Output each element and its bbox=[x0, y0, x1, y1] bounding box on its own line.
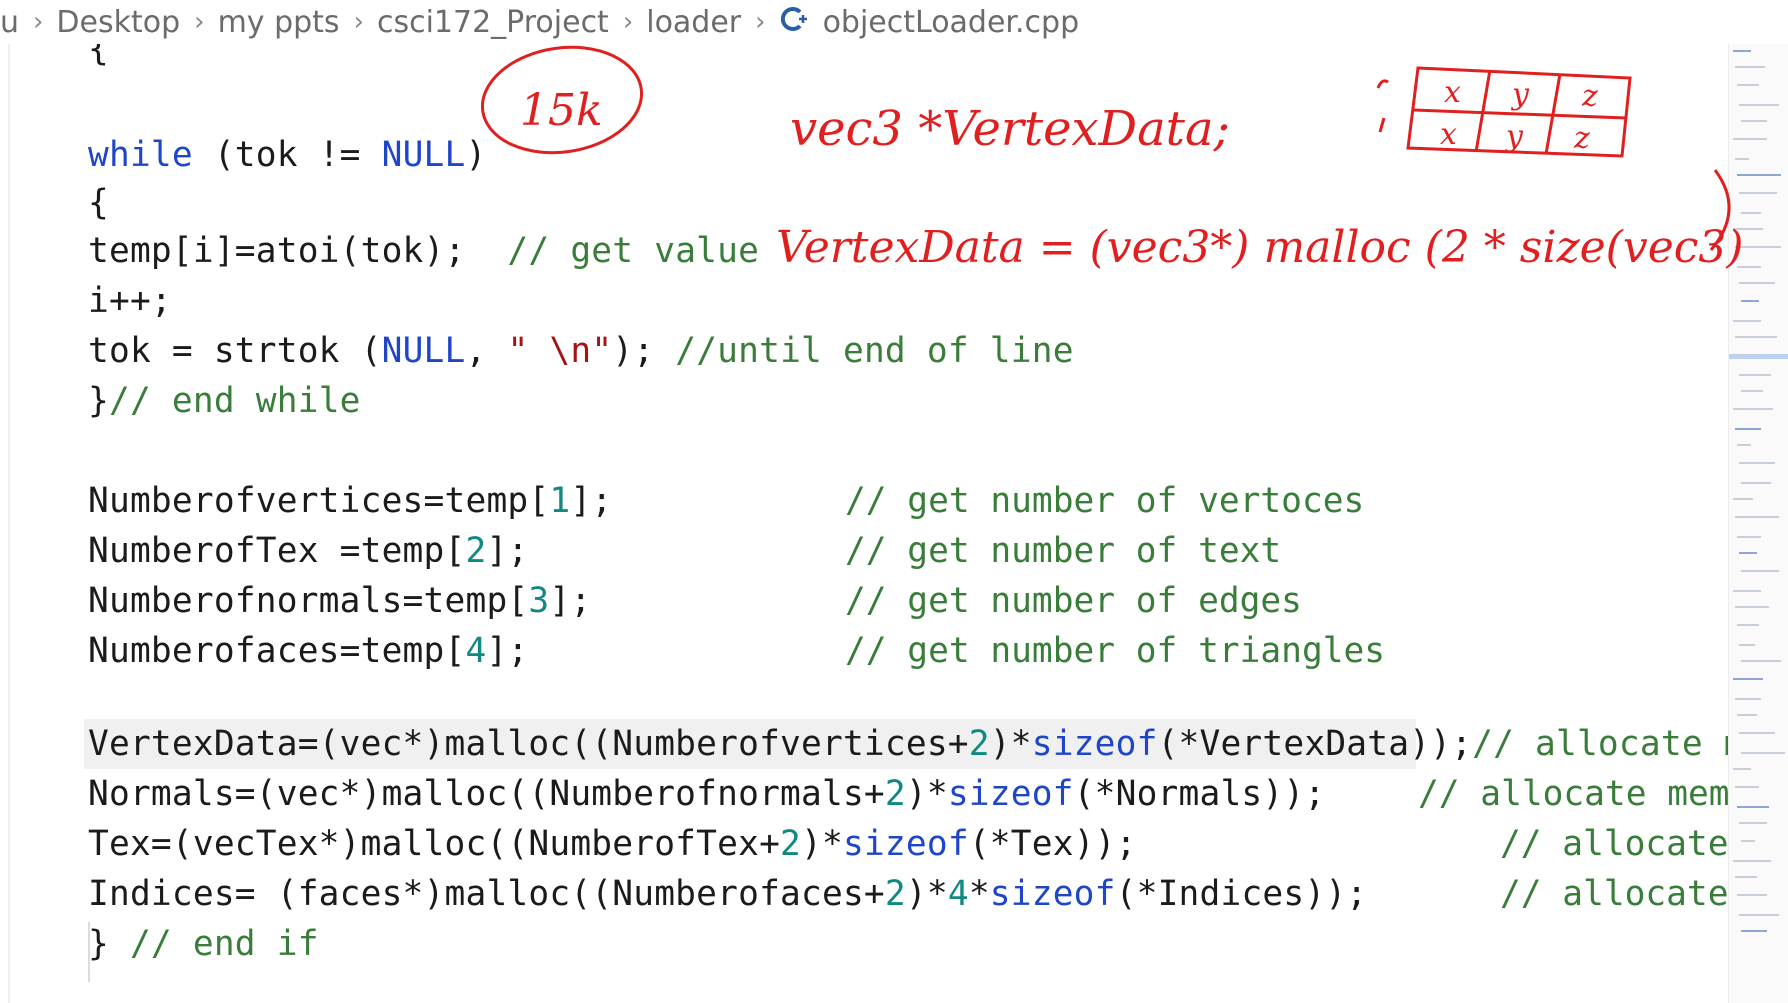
code-line-while: while (tok != NULL) bbox=[88, 135, 487, 175]
minimap-line bbox=[1741, 390, 1763, 392]
minimap-line bbox=[1737, 624, 1759, 626]
chevron-right-icon: › bbox=[194, 7, 205, 37]
minimap-line bbox=[1739, 552, 1757, 554]
minimap-line bbox=[1737, 714, 1757, 716]
gutter-divider bbox=[8, 44, 10, 1003]
code-line-brace-open: { bbox=[88, 183, 109, 223]
minimap-line bbox=[1741, 300, 1759, 302]
minimap-line bbox=[1735, 336, 1777, 338]
breadcrumb: u › Desktop › my ppts › csci172_Project … bbox=[0, 0, 1788, 44]
minimap-line bbox=[1737, 266, 1761, 268]
code-line-temp: temp[i]=atoi(tok); // get value bbox=[88, 231, 760, 271]
code-line-indices-malloc: Indices= (faces*)malloc((Numberofaces+2)… bbox=[88, 874, 1368, 914]
code-line-numberofaces: Numberofaces=temp[4]; bbox=[88, 631, 529, 671]
code-line-end-if: } // end if bbox=[88, 924, 319, 964]
minimap-line bbox=[1735, 786, 1759, 788]
cpp-file-icon bbox=[779, 4, 809, 34]
minimap-line bbox=[1739, 104, 1779, 106]
minimap-line bbox=[1741, 660, 1781, 662]
chevron-right-icon: › bbox=[353, 7, 364, 37]
minimap-line bbox=[1733, 408, 1773, 410]
minimap-line bbox=[1735, 246, 1781, 248]
chevron-right-icon: › bbox=[33, 7, 44, 37]
minimap-line bbox=[1737, 354, 1753, 356]
minimap-line bbox=[1735, 66, 1765, 68]
minimap[interactable] bbox=[1728, 44, 1788, 1003]
minimap-line bbox=[1733, 138, 1767, 140]
minimap-line bbox=[1741, 120, 1767, 122]
minimap-line bbox=[1741, 482, 1771, 484]
comment-allocate-normals: // allocate mem bbox=[1418, 774, 1728, 814]
minimap-line bbox=[1741, 570, 1779, 572]
chevron-right-icon: › bbox=[755, 7, 766, 37]
breadcrumb-item-desktop[interactable]: Desktop bbox=[56, 5, 180, 40]
minimap-line bbox=[1733, 320, 1761, 322]
breadcrumb-file-name[interactable]: objectLoader.cpp bbox=[823, 5, 1080, 40]
code-line-end-while: }// end while bbox=[88, 381, 361, 421]
comment-triangles: // get number of triangles bbox=[845, 631, 1386, 671]
minimap-line bbox=[1737, 444, 1751, 446]
minimap-line bbox=[1735, 606, 1769, 608]
minimap-line bbox=[1737, 84, 1759, 86]
minimap-line bbox=[1733, 678, 1763, 680]
comment-tex: // get number of text bbox=[845, 531, 1282, 571]
minimap-line bbox=[1733, 860, 1771, 862]
code-line-increment: i++; bbox=[88, 281, 172, 321]
minimap-line bbox=[1739, 644, 1755, 646]
code-line-strtok: tok = strtok (NULL, " \n"); //until end … bbox=[88, 331, 1074, 371]
breadcrumb-item-parent[interactable]: u bbox=[0, 5, 19, 40]
minimap-line bbox=[1739, 822, 1767, 824]
minimap-line bbox=[1739, 462, 1775, 464]
minimap-line bbox=[1737, 806, 1769, 808]
code-line-numberofvertices: Numberofvertices=temp[1]; bbox=[88, 481, 613, 521]
minimap-line bbox=[1735, 698, 1761, 700]
code-line-normals-malloc: Normals=(vec*)malloc((Numberofnormals+2)… bbox=[88, 774, 1326, 814]
comment-allocate-indices: // allocate bbox=[1500, 874, 1728, 914]
code-line-vertexdata-malloc: VertexData=(vec*)malloc((Numberofvertice… bbox=[88, 724, 1728, 764]
minimap-line bbox=[1739, 732, 1775, 734]
minimap-line bbox=[1741, 930, 1767, 932]
minimap-line bbox=[1739, 374, 1771, 376]
minimap-line bbox=[1735, 428, 1761, 430]
minimap-line bbox=[1739, 914, 1779, 916]
minimap-line bbox=[1735, 516, 1779, 518]
minimap-line bbox=[1737, 894, 1767, 896]
code-line-numberoftex: NumberofTex =temp[2]; bbox=[88, 531, 529, 571]
comment-vertices: // get number of vertoces bbox=[845, 481, 1365, 521]
minimap-line bbox=[1735, 876, 1757, 878]
breadcrumb-item-loader[interactable]: loader bbox=[646, 5, 741, 40]
code-line-tex-malloc: Tex=(vecTex*)malloc((NumberofTex+2)*size… bbox=[88, 824, 1137, 864]
comment-edges: // get number of edges bbox=[845, 581, 1302, 621]
minimap-line bbox=[1737, 536, 1761, 538]
minimap-line bbox=[1735, 158, 1749, 160]
minimap-line bbox=[1741, 752, 1785, 754]
code-line-numberofnormals: Numberofnormals=temp[3]; bbox=[88, 581, 592, 621]
comment-allocate-tex: // allocate bbox=[1500, 824, 1728, 864]
code-line-brace-top: { bbox=[88, 44, 109, 69]
chevron-right-icon: › bbox=[622, 7, 634, 37]
minimap-line bbox=[1739, 192, 1777, 194]
minimap-line bbox=[1741, 840, 1755, 842]
minimap-line bbox=[1733, 498, 1753, 500]
minimap-line bbox=[1733, 228, 1763, 230]
minimap-line bbox=[1741, 212, 1761, 214]
minimap-line bbox=[1733, 768, 1751, 770]
minimap-line bbox=[1737, 174, 1781, 176]
breadcrumb-item-project[interactable]: csci172_Project bbox=[377, 5, 609, 40]
indent-guide bbox=[88, 922, 90, 982]
minimap-line bbox=[1739, 282, 1775, 284]
minimap-line bbox=[1733, 50, 1751, 52]
minimap-line bbox=[1733, 590, 1761, 592]
code-editor[interactable]: { while (tok != NULL) { temp[i]=atoi(tok… bbox=[0, 44, 1728, 1003]
breadcrumb-item-my-ppts[interactable]: my ppts bbox=[218, 5, 340, 40]
